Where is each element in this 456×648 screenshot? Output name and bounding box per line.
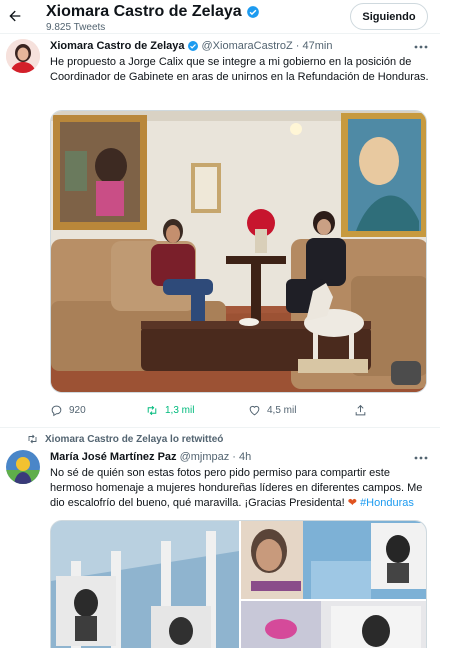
author-name[interactable]: Xiomara Castro de Zelaya — [50, 39, 185, 53]
verified-badge-icon — [246, 5, 259, 18]
heart-icon — [249, 405, 260, 416]
retweeted-by-label: Xiomara Castro de Zelaya lo retwitteó — [45, 433, 224, 445]
header-title-block: Xiomara Castro de Zelaya 9.825 Tweets — [46, 2, 260, 34]
following-button[interactable]: Siguiendo — [350, 3, 428, 30]
tweet-photo-grid[interactable] — [50, 520, 427, 648]
more-icon[interactable] — [414, 40, 428, 54]
tweet-header: Xiomara Castro de Zelaya @XiomaraCastroZ… — [50, 39, 332, 53]
author-handle[interactable]: @mjmpaz — [180, 450, 230, 464]
reply-icon — [51, 405, 62, 417]
like-button[interactable]: 4,5 mil — [248, 404, 296, 417]
avatar[interactable] — [6, 450, 40, 484]
tweet-time[interactable]: · 47min — [296, 39, 333, 53]
photo-colored-posters[interactable] — [241, 601, 427, 648]
tweet-text: No sé de quién son estas fotos pero pido… — [50, 466, 432, 511]
hashtag-link[interactable]: #Honduras — [360, 497, 414, 509]
avatar[interactable] — [6, 39, 40, 73]
tweet-text: He propuesto a Jorge Calix que se integr… — [50, 56, 429, 83]
verified-badge-icon — [187, 41, 198, 51]
reply-count: 920 — [69, 405, 86, 416]
photo-portrait-posters[interactable] — [241, 521, 427, 599]
divider — [0, 427, 440, 428]
retweet-icon — [147, 405, 157, 416]
retweet-context[interactable]: Xiomara Castro de Zelaya lo retwitteó — [26, 433, 223, 445]
share-button[interactable] — [354, 404, 367, 417]
divider — [0, 33, 440, 34]
arrow-left-icon — [9, 10, 21, 22]
tweet-header: María José Martínez Paz @mjmpaz · 4h — [50, 450, 251, 464]
profile-header: Xiomara Castro de Zelaya 9.825 Tweets Si… — [0, 0, 456, 33]
avatar-portrait — [6, 39, 40, 73]
profile-title: Xiomara Castro de Zelaya — [46, 3, 242, 20]
retweet-count: 1,3 mil — [165, 405, 195, 416]
tweet-photo[interactable] — [50, 110, 427, 393]
more-icon[interactable] — [414, 451, 428, 465]
flame-emoji-icon: ❤ — [347, 497, 357, 509]
avatar-image — [6, 450, 40, 484]
author-handle[interactable]: @XiomaraCastroZ — [202, 39, 293, 53]
meeting-photo — [51, 111, 426, 392]
share-icon — [355, 404, 366, 416]
like-count: 4,5 mil — [267, 405, 297, 416]
reply-button[interactable]: 920 — [50, 404, 86, 417]
author-name[interactable]: María José Martínez Paz — [50, 450, 177, 464]
retweet-icon — [28, 434, 37, 444]
tweet-time[interactable]: · 4h — [232, 450, 251, 464]
retweet-button[interactable]: 1,3 mil — [145, 404, 194, 417]
back-button[interactable] — [4, 5, 26, 27]
photo-building-posters[interactable] — [51, 521, 239, 648]
